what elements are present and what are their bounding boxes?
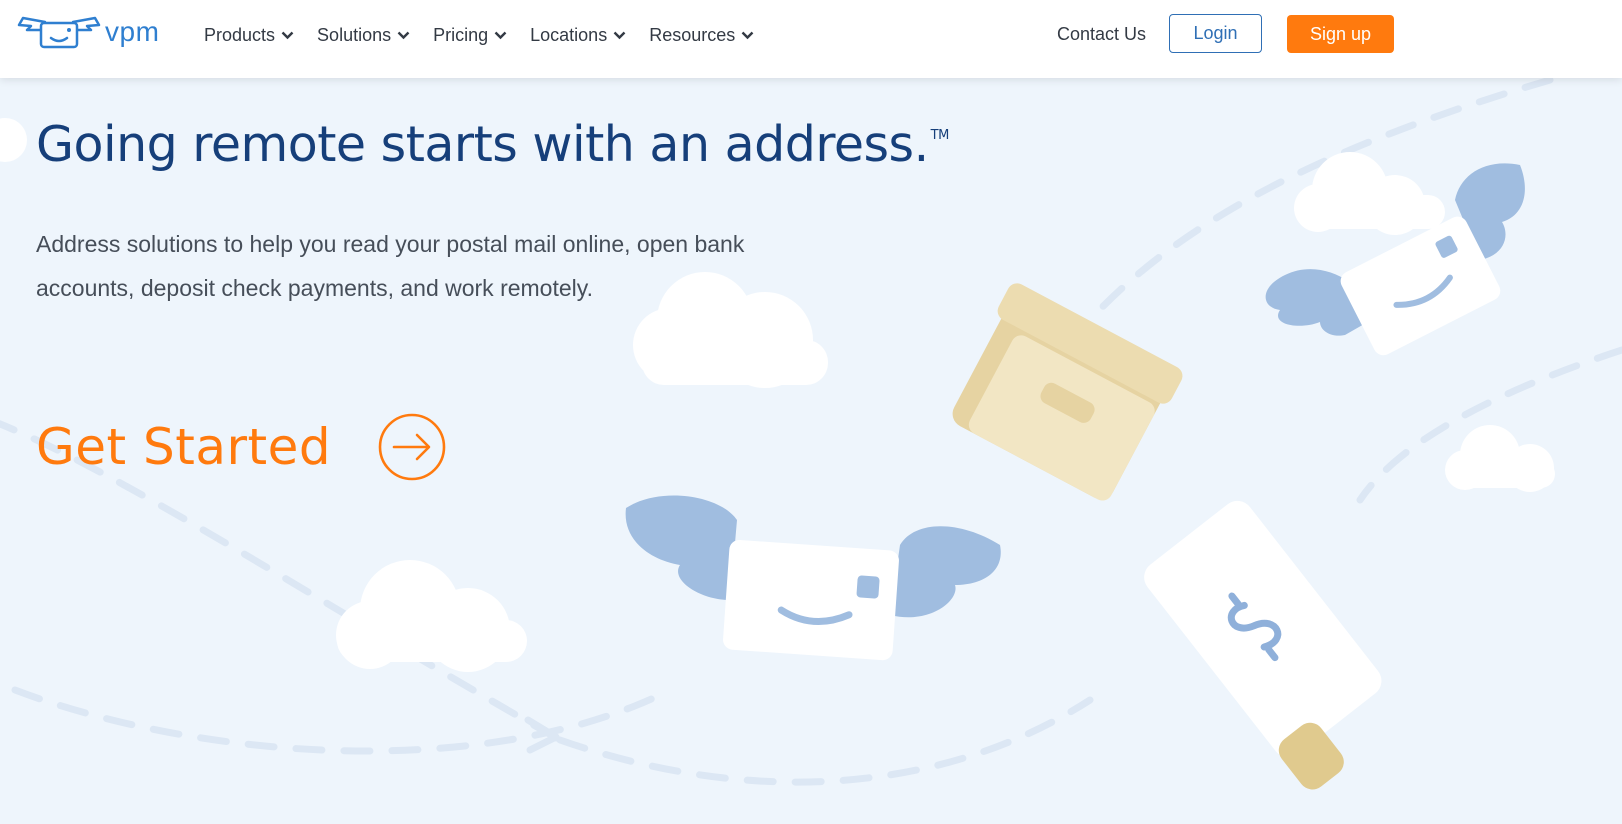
box-icon [952,283,1183,501]
cloud-icon [0,118,27,162]
signup-button[interactable]: Sign up [1287,15,1394,53]
vpm-logo[interactable]: vpm [17,14,159,50]
get-started-label: Get Started [36,418,332,476]
chevron-down-icon [613,31,626,39]
trademark-symbol: TM [930,128,950,143]
hero-title: Going remote starts with an address. TM [36,116,949,173]
nav-locations[interactable]: Locations [530,25,626,46]
winged-envelope-logo-icon [17,16,101,49]
hero-subtitle: Address solutions to help you read your … [36,231,745,301]
nav-resources[interactable]: Resources [649,25,754,46]
winged-envelope-icon [625,495,1001,661]
nav-pricing-label: Pricing [433,24,489,45]
nav-solutions[interactable]: Solutions [317,25,410,46]
cloud-icon [1445,425,1555,492]
login-button[interactable]: Login [1169,14,1262,53]
arrow-right-circle-icon[interactable] [377,412,447,482]
nav-solutions-label: Solutions [317,24,392,45]
nav-products[interactable]: Products [204,25,294,46]
nav-locations-label: Locations [530,24,608,45]
get-started-link[interactable]: Get Started [36,412,447,482]
main-nav: Products Solutions Pricing Locations Res… [204,0,777,70]
chevron-down-icon [281,31,294,39]
contact-us-link[interactable]: Contact Us [1057,24,1146,45]
logo-text: vpm [105,16,160,47]
nav-resources-label: Resources [649,24,736,45]
check-icon [1144,500,1382,790]
nav-products-label: Products [204,24,276,45]
site-header: vpm Products Solutions Pricing Locations… [0,0,1622,78]
nav-pricing[interactable]: Pricing [433,25,507,46]
hero-title-text: Going remote starts with an address. [36,116,929,173]
chevron-down-icon [494,31,507,39]
chevron-down-icon [397,31,410,39]
chevron-down-icon [741,31,754,39]
cloud-icon [336,560,527,672]
